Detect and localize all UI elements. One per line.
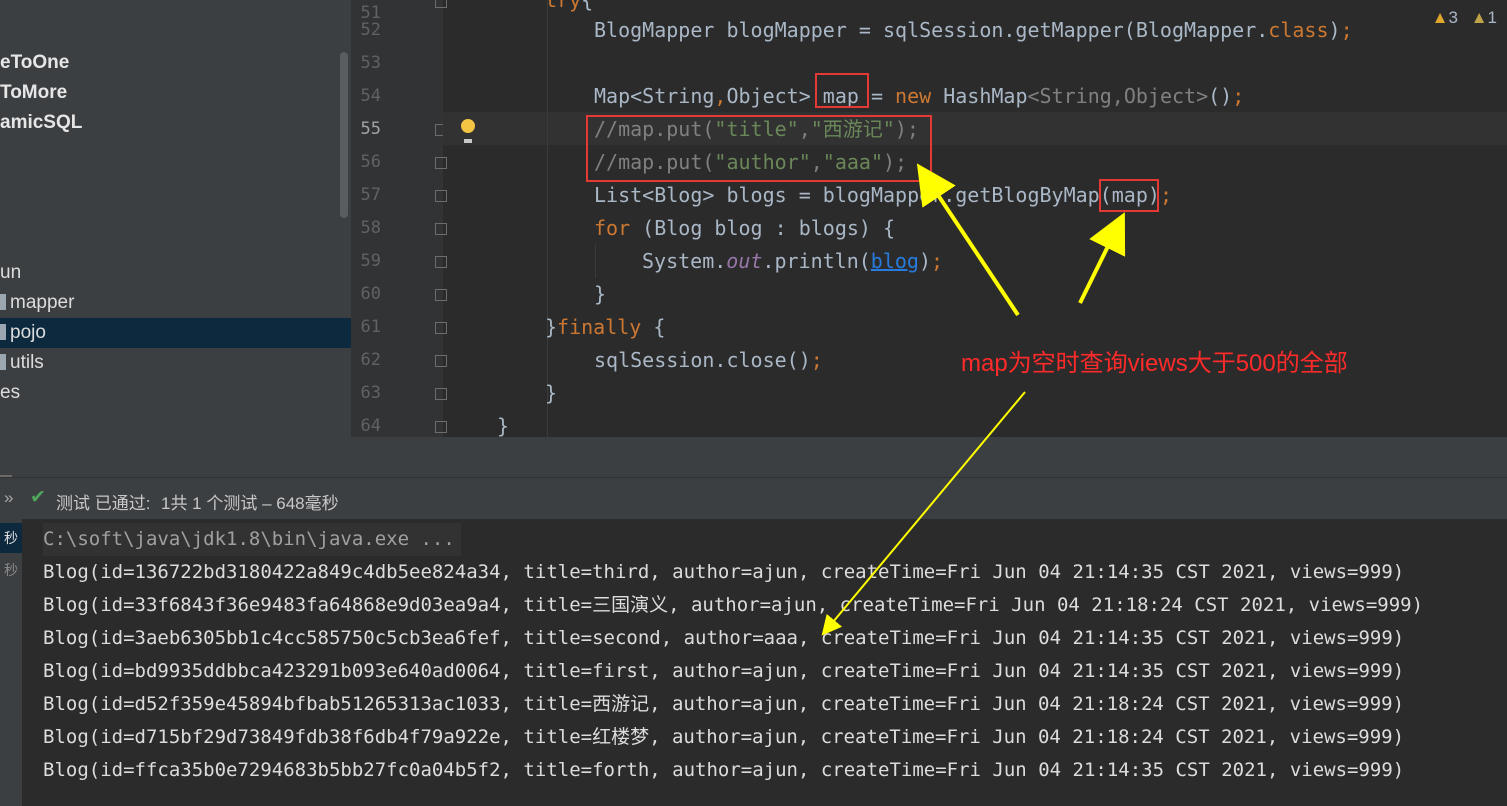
annotation-text: map为空时查询views大于500的全部 [961,350,1348,377]
annotation-arrows [821,163,1126,636]
arrow-to-console [821,391,1026,636]
arrow-to-map-argument [1078,212,1126,304]
arrow-to-comments [916,163,1020,317]
